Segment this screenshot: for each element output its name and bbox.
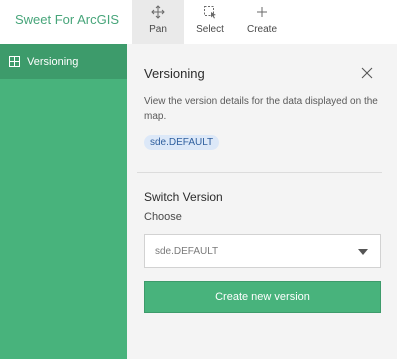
select-tool-button[interactable]: Select [190, 0, 230, 44]
select-tool-label: Select [196, 24, 224, 35]
plus-icon [256, 2, 268, 22]
create-tool-button[interactable]: Create [240, 0, 284, 44]
panel-description: View the version details for the data di… [144, 96, 378, 122]
choose-label: Choose [144, 211, 182, 223]
sidebar-item-label: Versioning [27, 55, 79, 68]
version-select[interactable]: sde.DEFAULT [144, 234, 381, 268]
pan-tool-label: Pan [149, 24, 167, 35]
grid-icon [8, 55, 21, 68]
panel-title: Versioning [144, 66, 205, 81]
top-bar: Sweet For ArcGIS Pan Select Create [0, 0, 397, 44]
close-icon [360, 66, 374, 80]
version-select-value: sde.DEFAULT [155, 245, 219, 257]
close-button[interactable] [360, 66, 374, 80]
divider [137, 172, 382, 173]
app-title: Sweet For ArcGIS [15, 12, 120, 27]
create-tool-label: Create [246, 24, 277, 35]
switch-version-heading: Switch Version [144, 190, 223, 204]
select-icon [203, 2, 217, 22]
versioning-panel: Versioning View the version details for … [127, 44, 397, 359]
current-version-badge: sde.DEFAULT [144, 135, 220, 150]
sidebar: Versioning [0, 44, 127, 359]
sidebar-item-versioning[interactable]: Versioning [0, 44, 127, 79]
create-new-version-button[interactable]: Create new version [144, 281, 381, 313]
pan-tool-button[interactable]: Pan [132, 0, 184, 44]
pan-icon [151, 2, 165, 22]
chevron-down-icon [358, 249, 368, 255]
